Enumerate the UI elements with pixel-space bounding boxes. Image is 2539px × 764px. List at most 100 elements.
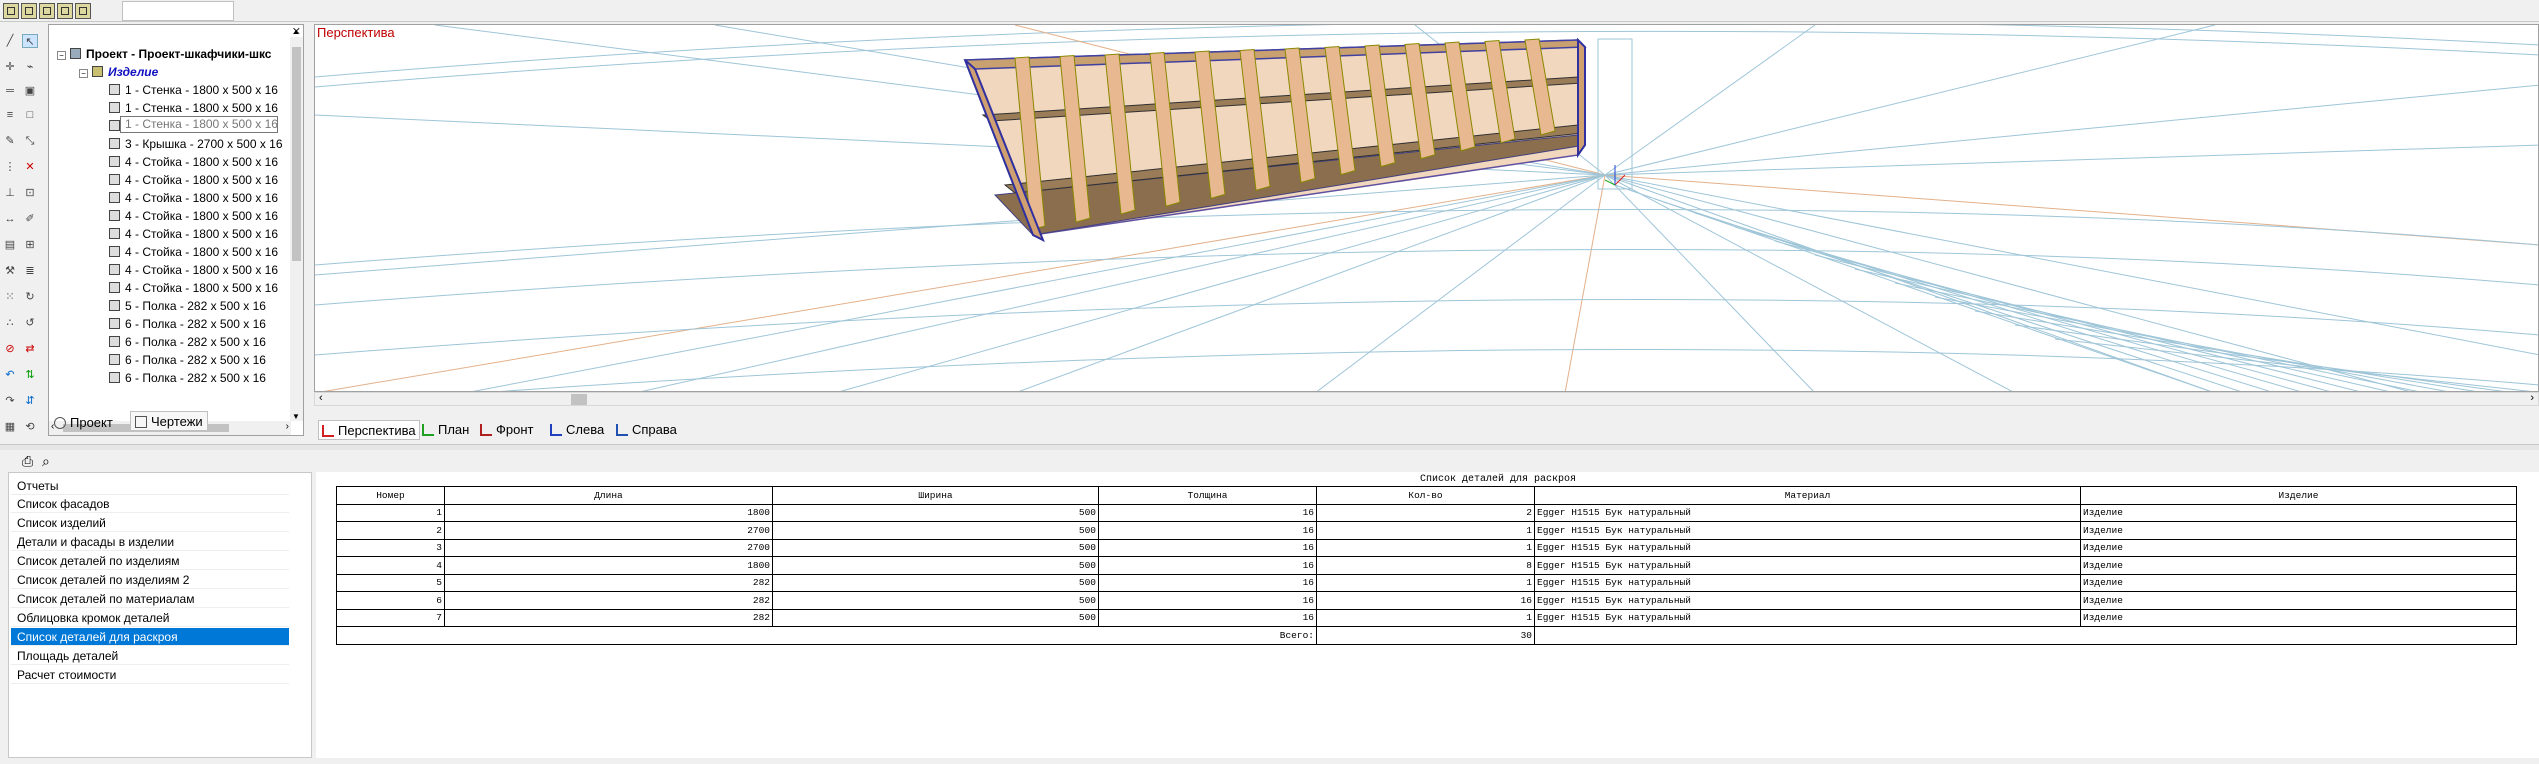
measure-tool-icon[interactable]: ↔	[2, 212, 18, 226]
stack-tool-icon[interactable]: ≣	[22, 264, 38, 278]
viewport-3d[interactable]: Перспектива	[314, 24, 2539, 392]
tree-vertical-thumb[interactable]	[292, 47, 301, 261]
tree-item[interactable]: 4 - Стойка - 1800 x 500 x 16	[109, 279, 278, 297]
select-tool-icon[interactable]: ↖	[22, 34, 38, 48]
frame-tool-icon[interactable]: ▣	[22, 84, 38, 98]
tree-item[interactable]: 4 - Стойка - 1800 x 500 x 16	[109, 153, 278, 171]
tree-product[interactable]: − Изделие	[79, 63, 158, 81]
table-cell: 500	[772, 521, 1099, 540]
hatch-tool-icon[interactable]: ▤	[2, 238, 18, 252]
floor-line	[315, 248, 2538, 306]
split-tool-icon[interactable]: ⊥	[2, 186, 18, 200]
viewport-horizontal-scrollbar[interactable]: ‹ ›	[314, 392, 2539, 406]
rect-tool-icon[interactable]: □	[22, 108, 38, 122]
rotate-tool-icon[interactable]: ↻	[22, 290, 38, 304]
view-tab[interactable]: Фронт	[480, 420, 533, 440]
report-list-item[interactable]: Площадь деталей	[11, 647, 289, 665]
tree-item[interactable]: 6 - Полка - 282 x 500 x 16	[109, 315, 266, 333]
tree-item[interactable]: 4 - Стойка - 1800 x 500 x 16	[109, 243, 278, 261]
table-cell: 1	[1316, 538, 1535, 557]
axis-z-tool-icon[interactable]: ⇵	[22, 394, 38, 408]
perspective-scene[interactable]	[315, 25, 2539, 392]
viewport-horizontal-thumb[interactable]	[571, 394, 587, 405]
scroll-up-icon[interactable]: ▲	[292, 27, 300, 36]
module-icon[interactable]	[21, 3, 37, 19]
ruler-tool-icon[interactable]: ═	[2, 84, 18, 98]
scroll-left-icon[interactable]: ‹	[319, 392, 323, 404]
line-tool-icon[interactable]: ╱	[2, 34, 18, 48]
print-icon[interactable]: ⎙	[22, 453, 33, 470]
tree-item[interactable]: 1 - Стенка - 1800 x 500 x 16	[109, 81, 278, 99]
scroll-down-icon[interactable]: ▼	[292, 412, 300, 421]
move-tool-icon[interactable]: ✛	[2, 60, 18, 74]
scale-tool-icon[interactable]: ⤡	[22, 134, 38, 148]
snap-tool-icon[interactable]: ⊞	[22, 238, 38, 252]
tree-item[interactable]: 6 - Полка - 282 x 500 x 16	[109, 333, 266, 351]
extra-tool-icon[interactable]: ▦	[2, 420, 18, 434]
cut-tool-icon[interactable]: ⊘	[2, 342, 18, 356]
table-cell: 500	[772, 573, 1099, 592]
report-list-item[interactable]: Список фасадов	[11, 495, 289, 513]
brush-tool-icon[interactable]: ⌁	[22, 60, 38, 74]
table-cell: 1	[1316, 573, 1535, 592]
view-tab[interactable]: Справа	[616, 420, 677, 440]
tree-item[interactable]: 1 - Стенка - 1800 x 500 x 16	[109, 99, 278, 117]
tree-item[interactable]: 4 - Стойка - 1800 x 500 x 16	[109, 171, 278, 189]
collapse-icon[interactable]: −	[79, 69, 88, 78]
tree-item[interactable]: 4 - Стойка - 1800 x 500 x 16	[109, 189, 278, 207]
report-list-item[interactable]: Расчет стоимости	[11, 666, 289, 684]
tree-item[interactable]: 4 - Стойка - 1800 x 500 x 16	[109, 225, 278, 243]
dots-tool-icon[interactable]: ∴	[2, 316, 18, 330]
tree-item[interactable]: 5 - Полка - 282 x 500 x 16	[109, 297, 266, 315]
tree-item[interactable]: 6 - Полка - 282 x 500 x 16	[109, 369, 266, 387]
redo-tool-icon[interactable]: ↷	[2, 394, 18, 408]
report-list-item[interactable]: Список изделий	[11, 514, 289, 532]
edit-tool-icon[interactable]: ✐	[22, 212, 38, 226]
report-list-item[interactable]: Список деталей для раскроя	[11, 628, 289, 646]
fittings-icon[interactable]	[57, 3, 73, 19]
tree-item[interactable]: 3 - Крышка - 2700 x 500 x 16	[109, 135, 283, 153]
array-tool-icon[interactable]: ⋮	[2, 160, 18, 174]
cabinet-icon[interactable]	[75, 3, 91, 19]
table-cell: 282	[444, 591, 773, 610]
report-list-item[interactable]: Список деталей по материалам	[11, 590, 289, 608]
report-list-item[interactable]: Детали и фасады в изделии	[11, 533, 289, 551]
view-tab-label: Справа	[632, 422, 677, 437]
report-list-item[interactable]: Облицовка кромок деталей	[11, 609, 289, 627]
tree-item[interactable]: 4 - Стойка - 1800 x 500 x 16	[109, 261, 278, 279]
report-list-item[interactable]: Список деталей по изделиям	[11, 552, 289, 570]
table-cell: Изделие	[2080, 521, 2517, 540]
scroll-right-icon[interactable]: ›	[286, 421, 289, 432]
delete-tool-icon[interactable]: ✕	[22, 160, 38, 174]
pencil-tool-icon[interactable]: ✎	[2, 134, 18, 148]
axis-y-tool-icon[interactable]: ⇅	[22, 368, 38, 382]
view-tab[interactable]: Слева	[550, 420, 604, 440]
new-icon[interactable]	[3, 3, 19, 19]
orbit-tool-icon[interactable]: ⟲	[22, 420, 38, 434]
tree-item[interactable]: 4 - Стойка - 1800 x 500 x 16	[109, 207, 278, 225]
panel-splitter[interactable]	[0, 444, 2539, 450]
view-tab[interactable]: Перспектива	[318, 420, 420, 440]
mirror-tool-icon[interactable]: ⊡	[22, 186, 38, 200]
view-tab[interactable]: План	[422, 420, 469, 440]
collapse-icon[interactable]: −	[57, 51, 66, 60]
axis-x-tool-icon[interactable]: ⇄	[22, 342, 38, 356]
cabinet-right-wall[interactable]	[1577, 37, 1586, 159]
tab-project[interactable]: Проект	[54, 413, 113, 433]
parts-icon[interactable]	[39, 3, 55, 19]
undo-tool-icon[interactable]: ↶	[2, 368, 18, 382]
scroll-right-icon[interactable]: ›	[2530, 392, 2534, 404]
grid-tool-icon[interactable]: ⁙	[2, 290, 18, 304]
wrench-tool-icon[interactable]: ⚒	[2, 264, 18, 278]
rotate-y-tool-icon[interactable]: ↺	[22, 316, 38, 330]
tree-root[interactable]: − Проект - Проект-шкафчики-шкс	[57, 45, 271, 63]
align-tool-icon[interactable]: ≡	[2, 108, 18, 122]
tree-vertical-scrollbar[interactable]: ▲ ▼	[290, 27, 303, 421]
report-list-item[interactable]: Список деталей по изделиям 2	[11, 571, 289, 589]
tree-item[interactable]: 6 - Полка - 282 x 500 x 16	[109, 351, 266, 369]
report-list-item[interactable]: Отчеты	[11, 477, 289, 495]
toolbar-input[interactable]	[122, 1, 234, 21]
tab-drawings[interactable]: Чертежи	[130, 411, 208, 431]
preview-icon[interactable]: ⌕	[42, 453, 50, 470]
part-icon	[109, 282, 120, 293]
